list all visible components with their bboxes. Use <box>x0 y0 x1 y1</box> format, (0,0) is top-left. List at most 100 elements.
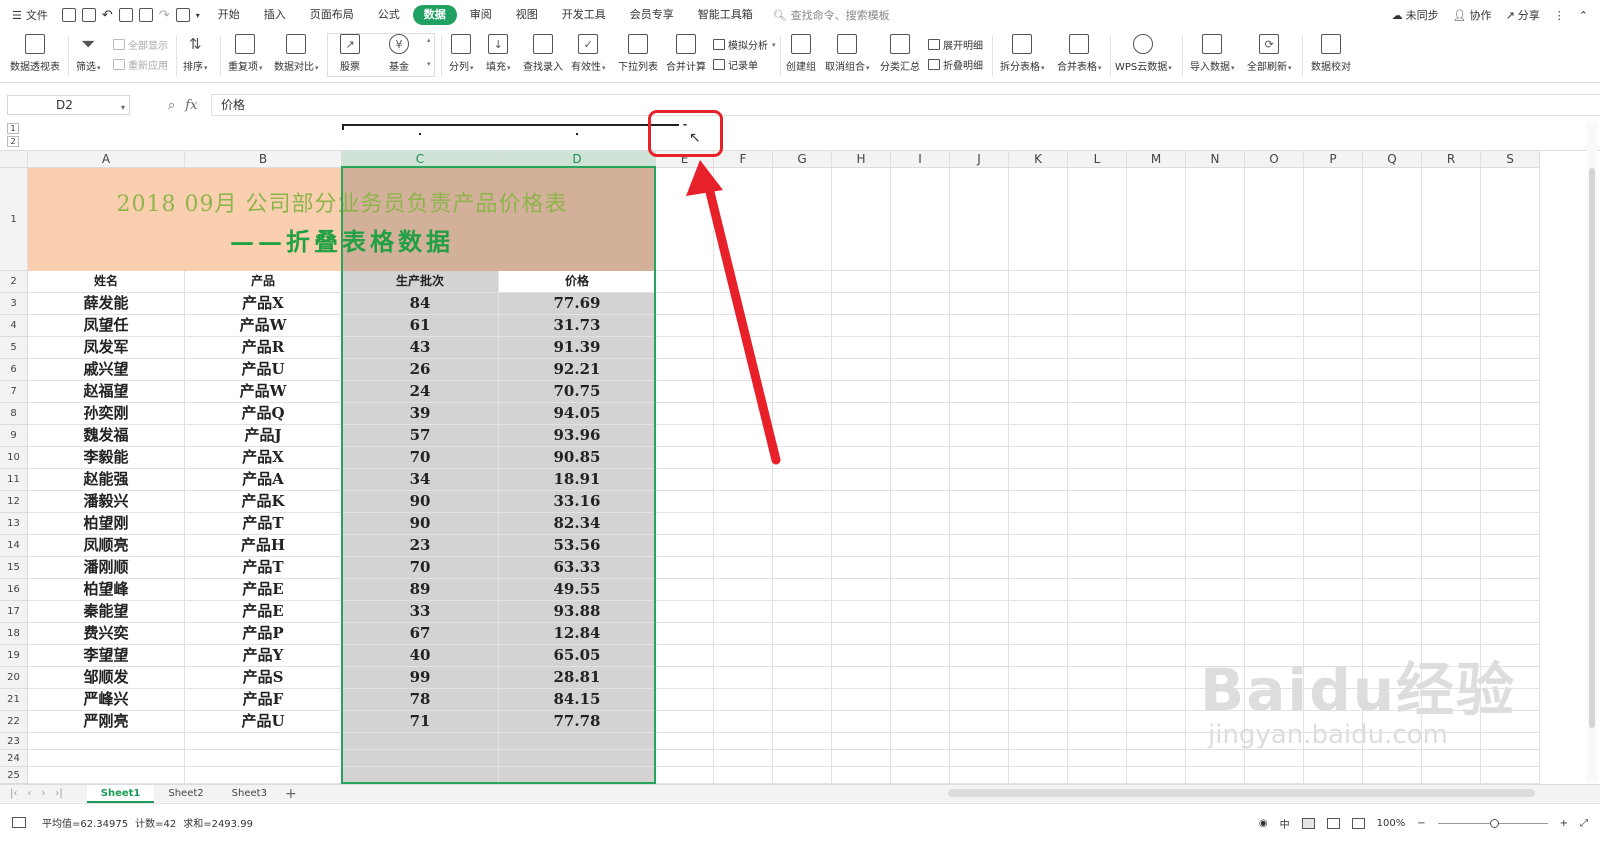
empty-cell[interactable] <box>1186 711 1245 733</box>
empty-cell[interactable] <box>1304 447 1363 469</box>
create-group-button[interactable]: 创建组 <box>786 34 816 73</box>
empty-cell[interactable] <box>1009 271 1068 293</box>
dropdown-list-button[interactable]: 下拉列表 <box>618 34 658 73</box>
empty-cell[interactable] <box>891 750 950 767</box>
empty-cell[interactable] <box>1422 623 1481 645</box>
column-header-m[interactable]: M <box>1127 151 1186 168</box>
empty-cell[interactable] <box>1422 513 1481 535</box>
empty-cell[interactable] <box>1127 645 1186 667</box>
empty-cell[interactable] <box>1245 557 1304 579</box>
empty-cell[interactable] <box>1127 623 1186 645</box>
empty-cell[interactable] <box>773 689 832 711</box>
tab-developer[interactable]: 开发工具 <box>551 5 617 25</box>
table-cell[interactable]: 产品W <box>185 315 342 337</box>
empty-cell[interactable] <box>1186 315 1245 337</box>
merge-table-button[interactable]: 合并表格▾ <box>1057 34 1102 73</box>
fx-icon[interactable]: fx <box>185 98 197 113</box>
table-cell[interactable]: 产品Q <box>185 403 342 425</box>
empty-cell[interactable] <box>1009 469 1068 491</box>
empty-cell[interactable] <box>1068 689 1127 711</box>
table-cell[interactable]: 33 <box>342 601 499 623</box>
column-header-f[interactable]: F <box>714 151 773 168</box>
empty-cell[interactable] <box>891 381 950 403</box>
empty-cell[interactable] <box>773 168 832 271</box>
row-header-16[interactable]: 16 <box>0 579 28 601</box>
empty-cell[interactable] <box>891 447 950 469</box>
empty-cell[interactable] <box>1422 767 1481 784</box>
fund-button[interactable]: ¥ 基金 <box>389 34 409 73</box>
empty-cell[interactable] <box>832 579 891 601</box>
empty-cell[interactable] <box>1363 381 1422 403</box>
empty-cell[interactable] <box>1127 403 1186 425</box>
empty-cell[interactable] <box>950 579 1009 601</box>
empty-cell[interactable] <box>714 293 773 315</box>
collapse-detail-button[interactable]: 折叠明细 <box>928 57 983 72</box>
table-cell[interactable]: 魏发福 <box>28 425 185 447</box>
row-header-22[interactable]: 22 <box>0 711 28 733</box>
empty-cell[interactable] <box>1481 733 1540 750</box>
empty-cell[interactable] <box>1127 359 1186 381</box>
header-cell[interactable]: 生产批次 <box>342 271 499 293</box>
empty-cell[interactable] <box>1363 513 1422 535</box>
tab-review[interactable]: 审阅 <box>459 5 503 25</box>
table-cell[interactable]: 产品T <box>185 557 342 579</box>
empty-cell[interactable] <box>773 733 832 750</box>
empty-cell[interactable] <box>832 750 891 767</box>
tab-formula[interactable]: 公式 <box>367 5 411 25</box>
empty-cell[interactable] <box>1009 733 1068 750</box>
empty-cell[interactable] <box>891 271 950 293</box>
sort-button[interactable]: ⇅ 排序▾ <box>183 34 208 73</box>
table-cell[interactable]: 89 <box>342 579 499 601</box>
preview-icon[interactable] <box>138 8 153 22</box>
empty-cell[interactable] <box>656 359 714 381</box>
subtotal-button[interactable]: 分类汇总 <box>880 34 920 73</box>
empty-cell[interactable] <box>1127 535 1186 557</box>
column-header-s[interactable]: S <box>1481 151 1540 168</box>
row-header-6[interactable]: 6 <box>0 359 28 381</box>
table-cell[interactable]: 产品K <box>185 491 342 513</box>
empty-cell[interactable] <box>1009 513 1068 535</box>
collapse-ribbon-icon[interactable]: ⌃ <box>1579 9 1588 22</box>
empty-cell[interactable] <box>1127 689 1186 711</box>
empty-cell[interactable] <box>1127 767 1186 784</box>
row-header-17[interactable]: 17 <box>0 601 28 623</box>
horizontal-scroll-thumb[interactable] <box>948 789 1535 797</box>
empty-cell[interactable] <box>1186 733 1245 750</box>
row-header-9[interactable]: 9 <box>0 425 28 447</box>
header-cell[interactable]: 产品 <box>185 271 342 293</box>
empty-cell[interactable] <box>1127 750 1186 767</box>
file-menu[interactable]: ☰ 文件 <box>0 0 56 30</box>
empty-cell[interactable] <box>714 711 773 733</box>
empty-cell[interactable] <box>832 293 891 315</box>
wps-cloud-data-button[interactable]: WPS云数据▾ <box>1115 34 1172 73</box>
empty-cell[interactable] <box>773 750 832 767</box>
table-cell[interactable]: 31.73 <box>499 315 656 337</box>
empty-cell[interactable] <box>950 513 1009 535</box>
empty-cell[interactable] <box>714 513 773 535</box>
empty-cell[interactable] <box>1068 557 1127 579</box>
sync-button[interactable]: ☁ 未同步 <box>1392 7 1439 23</box>
empty-cell[interactable] <box>656 623 714 645</box>
empty-cell[interactable] <box>1245 579 1304 601</box>
empty-cell[interactable] <box>1363 601 1422 623</box>
empty-cell[interactable] <box>342 767 499 784</box>
empty-cell[interactable] <box>1422 315 1481 337</box>
empty-cell[interactable] <box>1363 168 1422 271</box>
empty-cell[interactable] <box>1363 403 1422 425</box>
row-header-25[interactable]: 25 <box>0 767 28 784</box>
empty-cell[interactable] <box>656 557 714 579</box>
empty-cell[interactable] <box>1481 667 1540 689</box>
row-header-7[interactable]: 7 <box>0 381 28 403</box>
empty-cell[interactable] <box>950 271 1009 293</box>
empty-cell[interactable] <box>1245 623 1304 645</box>
empty-cell[interactable] <box>1245 315 1304 337</box>
empty-cell[interactable] <box>1363 315 1422 337</box>
empty-cell[interactable] <box>1304 168 1363 271</box>
empty-cell[interactable] <box>773 513 832 535</box>
table-cell[interactable]: 产品H <box>185 535 342 557</box>
empty-cell[interactable] <box>1422 579 1481 601</box>
outline-level-1[interactable]: 1 <box>7 123 19 134</box>
empty-cell[interactable] <box>1363 711 1422 733</box>
prev-sheet-icon[interactable]: ‹ <box>27 788 31 799</box>
empty-cell[interactable] <box>1422 733 1481 750</box>
